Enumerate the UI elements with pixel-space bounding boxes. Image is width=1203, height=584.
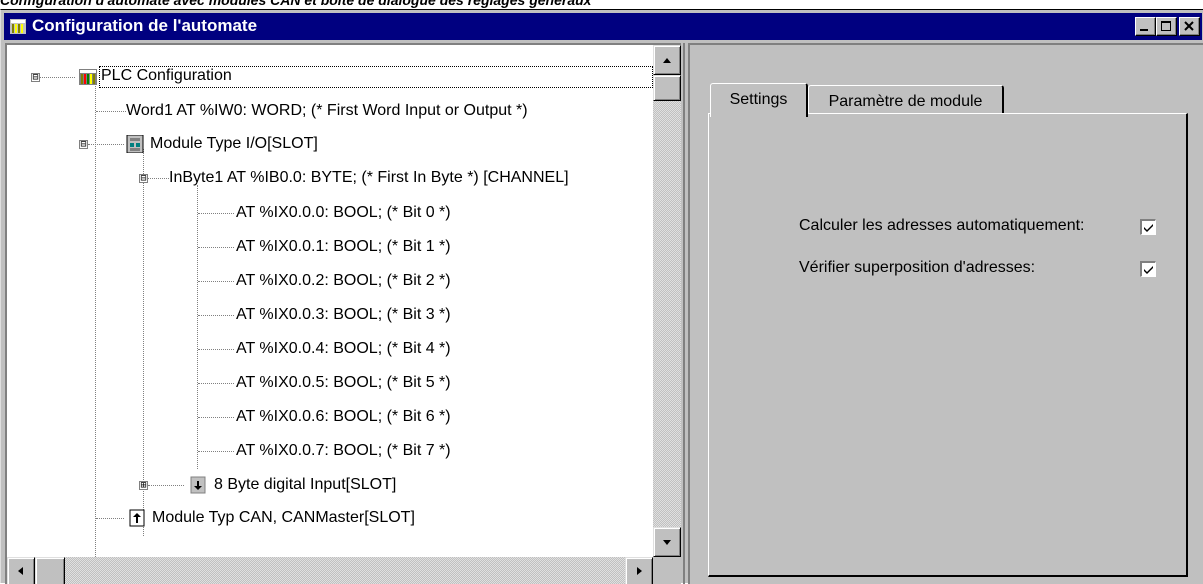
- can-master-icon: [129, 509, 145, 527]
- tree-connector: [96, 518, 124, 519]
- tree-node-plc-configuration[interactable]: PLC Configuration: [101, 66, 232, 86]
- figure-caption: Configuration d'automate avec modules CA…: [0, 0, 592, 8]
- configuration-tree[interactable]: ⊟ PLC Configuration Word1 AT %IW0: WORD;…: [7, 45, 653, 557]
- digital-input-icon: [190, 476, 206, 494]
- tree-connector: [198, 451, 234, 452]
- tree-connector: [198, 417, 234, 418]
- expand-icon[interactable]: ⊞: [139, 481, 148, 491]
- tree-node-bit[interactable]: AT %IX0.0.5: BOOL; (* Bit 5 *): [236, 373, 451, 393]
- collapse-icon[interactable]: ⊟: [139, 174, 148, 184]
- tree-node-bit[interactable]: AT %IX0.0.6: BOOL; (* Bit 6 *): [236, 407, 451, 427]
- tree-node-digital-input[interactable]: 8 Byte digital Input[SLOT]: [214, 475, 396, 495]
- tree-node-can-master[interactable]: Module Typ CAN, CANMaster[SLOT]: [152, 508, 415, 528]
- io-module-icon: [126, 135, 144, 153]
- tree-connector: [40, 77, 75, 78]
- overlap-check-checkbox[interactable]: [1140, 261, 1156, 277]
- window-title: Configuration de l'automate: [32, 16, 258, 35]
- minimize-icon: [1140, 29, 1148, 31]
- settings-tab-panel: Calculer les adresses automatiquement: V…: [708, 113, 1188, 577]
- settings-pane: Settings Paramètre de module Calculer le…: [688, 43, 1203, 584]
- arrow-up-icon: [663, 58, 671, 63]
- tree-connector: [143, 149, 144, 536]
- arrow-down-icon: [663, 540, 671, 545]
- scroll-right-button[interactable]: [625, 557, 653, 584]
- scroll-down-button[interactable]: [653, 527, 681, 557]
- tree-connector: [198, 213, 234, 214]
- collapse-icon[interactable]: ⊟: [31, 73, 40, 83]
- maximize-icon: [1161, 21, 1171, 31]
- scroll-thumb[interactable]: [653, 75, 681, 101]
- tree-connector: [197, 185, 198, 469]
- close-button[interactable]: [1179, 17, 1200, 36]
- tree-connector: [198, 247, 234, 248]
- title-bar[interactable]: Configuration de l'automate: [4, 13, 1202, 40]
- tree-connector: [198, 281, 234, 282]
- scroll-corner: [653, 557, 681, 584]
- tree-connector: [198, 349, 234, 350]
- minimize-button[interactable]: [1135, 17, 1156, 36]
- tree-horizontal-scrollbar[interactable]: [7, 557, 653, 584]
- plc-rack-icon: [79, 69, 97, 85]
- tree-connector: [88, 144, 124, 145]
- checkmark-icon: [1144, 224, 1153, 232]
- tab-settings[interactable]: Settings: [710, 83, 808, 117]
- tree-node-bit[interactable]: AT %IX0.0.0: BOOL; (* Bit 0 *): [236, 203, 451, 223]
- tree-node-bit[interactable]: AT %IX0.0.3: BOOL; (* Bit 3 *): [236, 305, 451, 325]
- configuration-tree-pane[interactable]: ⊟ PLC Configuration Word1 AT %IW0: WORD;…: [5, 43, 681, 584]
- arrow-right-icon: [637, 567, 642, 575]
- pane-splitter[interactable]: [683, 43, 685, 584]
- tree-connector: [198, 315, 234, 316]
- collapse-icon[interactable]: ⊟: [79, 140, 88, 150]
- tree-node-inbyte1[interactable]: InByte1 AT %IB0.0: BYTE; (* First In Byt…: [169, 168, 569, 188]
- plc-configuration-window: Configuration de l'automate ⊟ PLC Config…: [0, 9, 1203, 584]
- auto-address-checkbox[interactable]: [1140, 219, 1156, 235]
- scroll-left-button[interactable]: [7, 557, 35, 584]
- tree-node-bit[interactable]: AT %IX0.0.4: BOOL; (* Bit 4 *): [236, 339, 451, 359]
- plc-config-icon: [10, 19, 26, 34]
- tree-connector: [95, 73, 96, 557]
- tree-connector: [198, 383, 234, 384]
- tree-connector: [148, 485, 184, 486]
- tree-node-bit[interactable]: AT %IX0.0.2: BOOL; (* Bit 2 *): [236, 271, 451, 291]
- tree-node-bit[interactable]: AT %IX0.0.1: BOOL; (* Bit 1 *): [236, 237, 451, 257]
- scroll-up-button[interactable]: [653, 45, 681, 75]
- tree-vertical-scrollbar[interactable]: [653, 45, 681, 557]
- scroll-thumb[interactable]: [35, 557, 65, 584]
- tab-module-parameters-label: Paramètre de module: [828, 93, 983, 110]
- arrow-left-icon: [18, 567, 23, 575]
- tab-settings-label: Settings: [729, 91, 788, 108]
- tree-node-bit[interactable]: AT %IX0.0.7: BOOL; (* Bit 7 *): [236, 441, 451, 461]
- checkmark-icon: [1144, 266, 1153, 274]
- tree-node-word1[interactable]: Word1 AT %IW0: WORD; (* First Word Input…: [126, 101, 528, 121]
- tab-module-parameters[interactable]: Paramètre de module: [808, 85, 1004, 115]
- tree-node-module-type-io[interactable]: Module Type I/O[SLOT]: [150, 134, 318, 154]
- maximize-button[interactable]: [1156, 17, 1177, 36]
- overlap-check-label: Vérifier superposition d'adresses:: [799, 259, 1036, 276]
- auto-address-label: Calculer les adresses automatiquement:: [799, 217, 1085, 234]
- tree-connector: [96, 111, 126, 112]
- tree-connector: [148, 178, 169, 179]
- close-icon: [1184, 21, 1194, 31]
